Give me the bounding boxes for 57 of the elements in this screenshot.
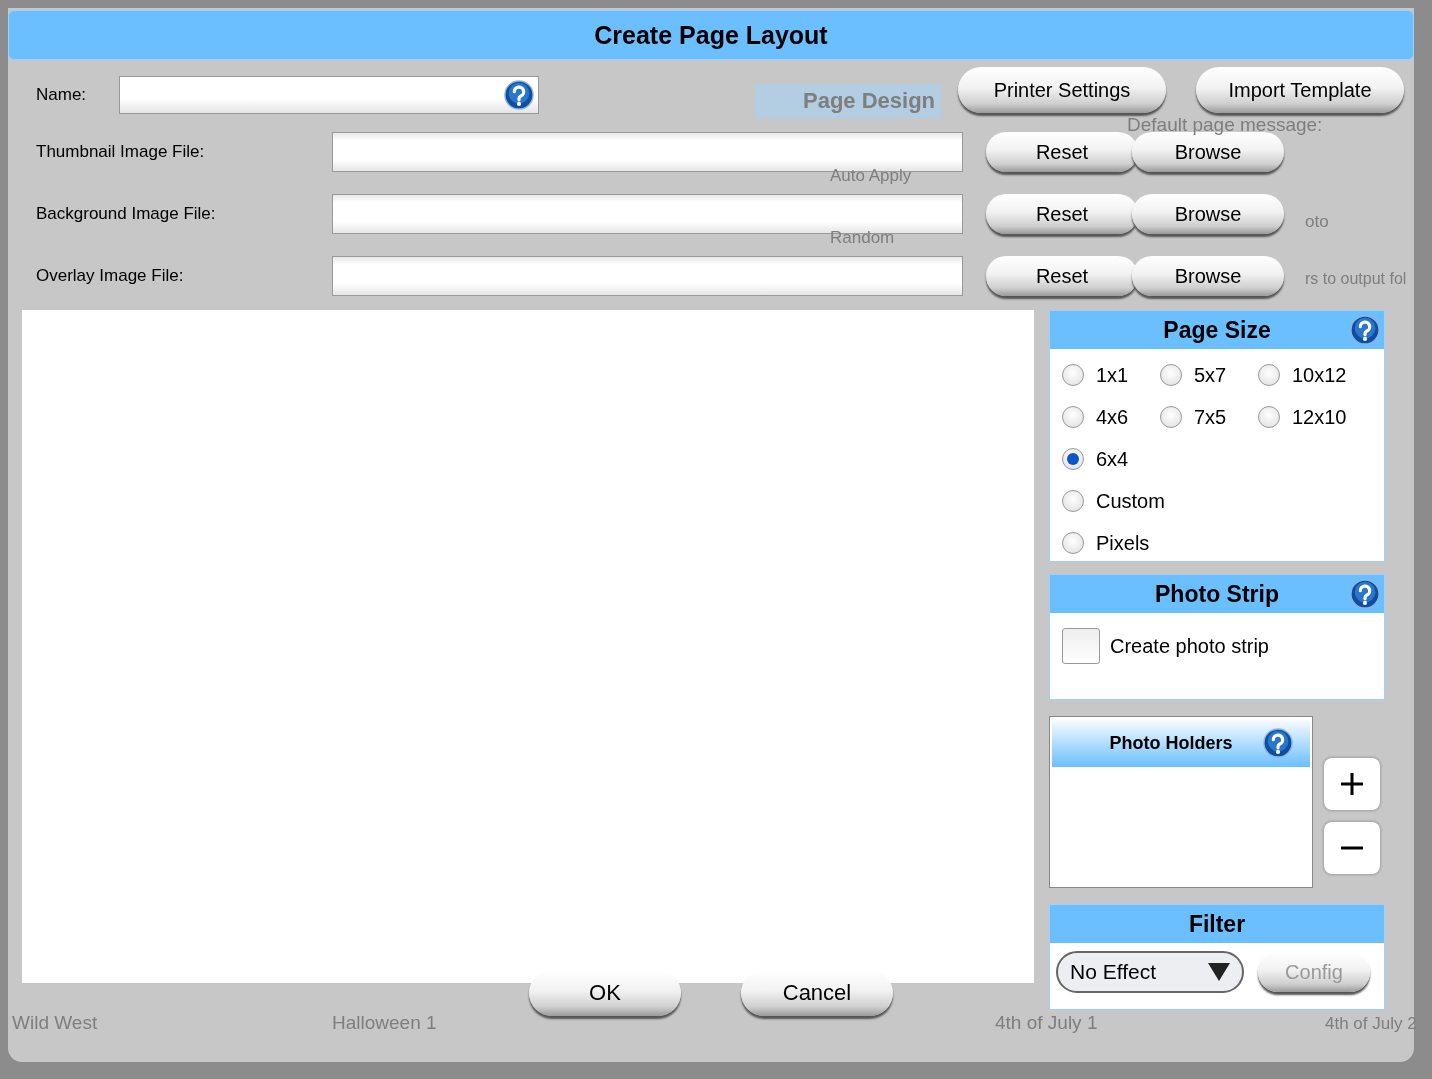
browse-button[interactable]: Browse	[1132, 256, 1284, 296]
background-text: Auto Apply	[830, 166, 912, 186]
page-size-option[interactable]: 4x6	[1062, 401, 1129, 433]
background-text: Random	[830, 228, 895, 248]
radio-button[interactable]	[1062, 406, 1084, 428]
panel-title: Filter	[1188, 910, 1246, 938]
ok-button[interactable]: OK	[529, 970, 681, 1016]
file-path-field[interactable]	[332, 256, 963, 296]
photo-holders-list[interactable]: Photo Holders	[1049, 716, 1313, 888]
page-size-option[interactable]: 7x5	[1160, 401, 1227, 433]
radio-button[interactable]	[1062, 532, 1084, 554]
radio-button[interactable]	[1258, 364, 1280, 386]
radio-button[interactable]	[1062, 448, 1084, 470]
radio-button[interactable]	[1062, 490, 1084, 512]
page-size-option[interactable]: 1x1	[1062, 359, 1129, 391]
field-label: Background Image File:	[36, 204, 217, 224]
minus-icon	[1340, 846, 1364, 850]
field-label: Thumbnail Image File:	[36, 142, 206, 162]
page-size-option[interactable]: Custom	[1062, 485, 1165, 517]
help-icon[interactable]	[1350, 315, 1380, 345]
page-size-option[interactable]: Pixels	[1062, 527, 1150, 559]
help-icon[interactable]	[1262, 728, 1293, 758]
page-size-option[interactable]: 12x10	[1258, 401, 1347, 433]
browse-button[interactable]: Browse	[1132, 194, 1284, 234]
panel-title: Photo Holders	[1109, 732, 1233, 754]
background-text: rs to output fol	[1305, 270, 1407, 288]
radio-button[interactable]	[1062, 364, 1084, 386]
background-text: Halloween 1	[332, 1012, 437, 1034]
background-text: Wild West	[12, 1012, 98, 1034]
page-size-option[interactable]: 10x12	[1258, 359, 1347, 391]
caret-icon	[1208, 963, 1230, 981]
remove-button[interactable]	[1324, 822, 1380, 874]
field-label: Name:	[36, 85, 87, 105]
background-text: oto	[1305, 212, 1329, 232]
page-size-option[interactable]: 5x7	[1160, 359, 1227, 391]
dialog-title: Create Page Layout	[8, 10, 1414, 60]
field-label: Overlay Image File:	[36, 266, 185, 286]
filter-dropdown[interactable]: No Effect	[1056, 951, 1244, 993]
panel-title: Page Size	[1163, 316, 1271, 344]
add-button[interactable]	[1324, 758, 1380, 810]
panel-title: Photo Strip	[1155, 580, 1279, 608]
background-text: 4th of July 1	[995, 1012, 1098, 1034]
page-size-option[interactable]: 6x4	[1062, 443, 1129, 475]
radio-button[interactable]	[1160, 364, 1182, 386]
cancel-button[interactable]: Cancel	[741, 970, 893, 1016]
background-text: 4th of July 2	[1325, 1014, 1417, 1034]
plus-icon	[1340, 772, 1364, 796]
radio-button[interactable]	[1258, 406, 1280, 428]
radio-button[interactable]	[1160, 406, 1182, 428]
toolbar-button[interactable]: Import Template	[1196, 67, 1404, 113]
checkbox-label: Create photo strip	[1110, 634, 1269, 658]
checkbox[interactable]	[1062, 628, 1100, 664]
name-field[interactable]	[119, 76, 540, 114]
help-icon[interactable]	[1350, 579, 1380, 609]
help-icon[interactable]	[504, 80, 535, 110]
background-text: Page Design	[755, 84, 942, 118]
toolbar-button[interactable]: Printer Settings	[958, 67, 1166, 113]
